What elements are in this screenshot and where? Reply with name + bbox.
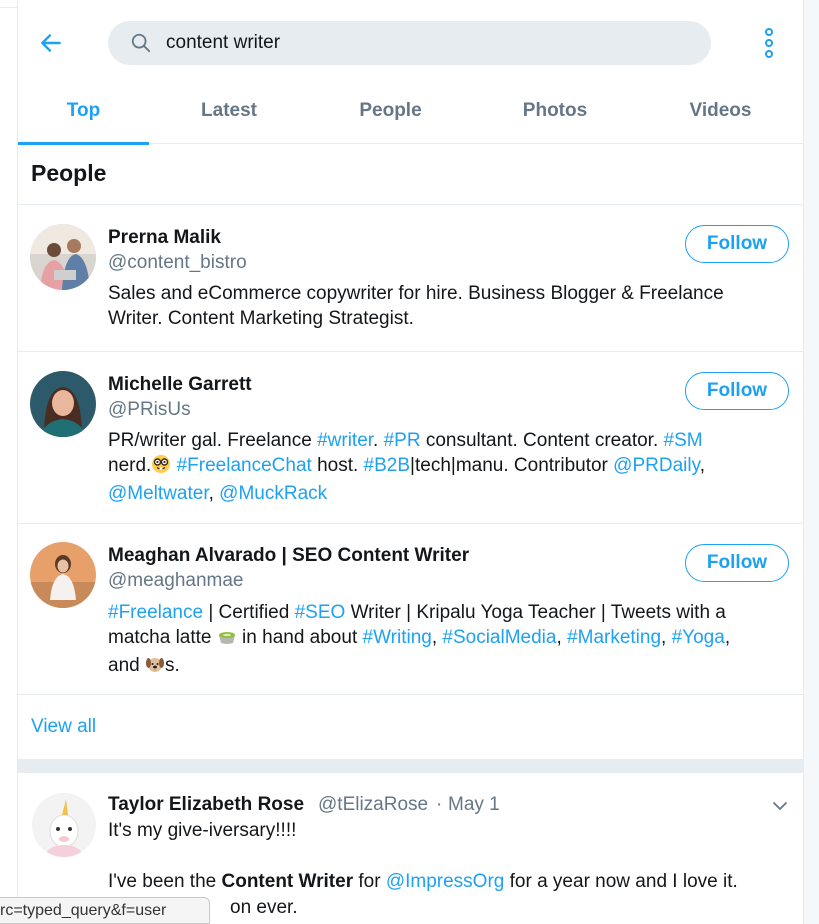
avatar[interactable] <box>32 793 96 857</box>
follow-button[interactable]: Follow <box>685 372 789 410</box>
nerd-face-emoji <box>151 454 171 481</box>
bio-text: and <box>108 655 145 676</box>
tweet-text-line: on ever. <box>230 897 298 918</box>
person-card[interactable]: Michelle Garrett @PRisUs Follow PR/write… <box>18 352 803 524</box>
main-column: Top Latest People Photos Videos People P… <box>18 0 803 924</box>
hashtag-link[interactable]: #writer <box>317 430 373 451</box>
tweet-text-line: I've been the Content Writer for @Impres… <box>108 871 738 893</box>
bio-line: @Meltwater, @MuckRack <box>108 481 788 506</box>
search-input[interactable] <box>166 32 646 54</box>
person-name[interactable]: Michelle Garrett <box>108 374 252 396</box>
bio-text: , <box>724 627 731 648</box>
bio-text: Writer | Kripalu Yoga Teacher | Tweets w… <box>345 602 726 623</box>
bio-text: s. <box>164 655 180 676</box>
view-all-link[interactable]: View all <box>31 716 96 738</box>
tab-top[interactable]: Top <box>18 78 149 145</box>
bio-line: nerd. #FreelanceChat host. #B2B|tech|man… <box>108 453 788 481</box>
bio-line: Writer. Content Marketing Strategist. <box>108 308 414 329</box>
hashtag-link[interactable]: #SM <box>664 430 703 451</box>
vertical-dots-icon-dot <box>765 39 773 47</box>
hashtag-link[interactable]: #Marketing <box>567 627 661 648</box>
tweet-text-line: It's my give-iversary!!!! <box>108 820 297 841</box>
bio-text: host. <box>311 455 364 476</box>
separator-dot: · <box>436 794 443 815</box>
bio-text: matcha latte <box>108 627 217 648</box>
chevron-down-icon <box>773 802 787 810</box>
person-bio: PR/writer gal. Freelance #writer. #PR co… <box>108 428 788 506</box>
mention-link[interactable]: @PRDaily <box>613 455 700 476</box>
hashtag-link[interactable]: #Yoga <box>672 627 725 648</box>
person-handle[interactable]: @meaghanmae <box>108 570 243 592</box>
person-bio: #Freelance | Certified #SEO Writer | Kri… <box>108 600 788 681</box>
person-card[interactable]: Prerna Malik @content_bistro Follow Sale… <box>18 205 803 352</box>
hashtag-link[interactable]: #SocialMedia <box>442 627 556 648</box>
matcha-cup-emoji <box>217 626 237 653</box>
search-header <box>18 8 803 78</box>
bio-text: , <box>699 455 705 476</box>
section-separator <box>18 759 803 773</box>
hashtag-link[interactable]: #Freelance <box>108 602 203 623</box>
vertical-dots-icon-dot <box>765 50 773 58</box>
bio-text: |tech|manu. Contributor <box>410 455 614 476</box>
bio-text: in hand about <box>236 627 363 648</box>
tweet-text: for <box>353 871 386 892</box>
bio-text: PR/writer gal. Freelance <box>108 430 318 451</box>
tweet-date[interactable]: May 1 <box>448 794 500 816</box>
tweet-text: I've been the <box>108 871 222 892</box>
person-handle[interactable]: @PRisUs <box>108 399 191 421</box>
hashtag-link[interactable]: #FreelanceChat <box>177 455 312 476</box>
mention-link[interactable]: @MuckRack <box>219 483 327 504</box>
bio-text: nerd. <box>108 455 152 476</box>
bio-text: , <box>431 627 443 648</box>
mention-link[interactable]: @Meltwater <box>108 483 209 504</box>
bio-line: Sales and eCommerce copywriter for hire.… <box>108 283 724 304</box>
status-bar-url: rc=typed_query&f=user <box>0 897 210 924</box>
search-tabs: Top Latest People Photos Videos <box>18 78 803 145</box>
follow-button[interactable]: Follow <box>685 544 789 582</box>
bio-text: | Certified <box>203 602 295 623</box>
search-icon <box>130 32 152 54</box>
vertical-dots-icon <box>765 28 773 36</box>
tab-photos[interactable]: Photos <box>472 78 638 144</box>
more-options-button[interactable] <box>759 26 779 60</box>
tweet-author-handle[interactable]: @tElizaRose <box>318 794 428 816</box>
bio-text: , <box>556 627 568 648</box>
bio-line: matcha latte in hand about #Writing, #So… <box>108 625 788 653</box>
follow-button[interactable]: Follow <box>685 225 789 263</box>
back-button[interactable] <box>36 28 66 58</box>
tweet-text-bold: Content Writer <box>221 871 354 892</box>
avatar[interactable] <box>30 371 96 437</box>
bio-text: , <box>661 627 672 648</box>
people-section-title: People <box>31 160 107 186</box>
bio-text: , <box>208 483 220 504</box>
person-name[interactable]: Meaghan Alvarado | SEO Content Writer <box>108 545 469 567</box>
right-gutter <box>803 0 819 924</box>
tweet-author-name[interactable]: Taylor Elizabeth Rose <box>108 794 304 816</box>
tab-videos[interactable]: Videos <box>638 78 803 144</box>
mention-link[interactable]: @ImpressOrg <box>386 871 505 892</box>
hashtag-link[interactable]: #B2B <box>364 455 410 476</box>
bio-text: . <box>373 430 384 451</box>
person-card[interactable]: Meaghan Alvarado | SEO Content Writer @m… <box>18 524 803 695</box>
person-name[interactable]: Prerna Malik <box>108 227 221 249</box>
bio-text: consultant. Content creator. <box>420 430 664 451</box>
bio-line: and s. <box>108 653 788 681</box>
tab-latest[interactable]: Latest <box>149 78 309 144</box>
avatar[interactable] <box>30 224 96 290</box>
hashtag-link[interactable]: #Writing <box>363 627 432 648</box>
bio-line: PR/writer gal. Freelance #writer. #PR co… <box>108 428 788 453</box>
search-bar[interactable] <box>108 21 711 65</box>
tab-people[interactable]: People <box>309 78 472 144</box>
dog-face-emoji <box>145 654 165 681</box>
tweet-menu-button[interactable] <box>770 796 790 816</box>
bio-line: #Freelance | Certified #SEO Writer | Kri… <box>108 600 788 625</box>
hashtag-link[interactable]: #PR <box>384 430 421 451</box>
tweet-text: for a year now and I love it. <box>504 871 738 892</box>
person-handle[interactable]: @content_bistro <box>108 252 247 274</box>
avatar[interactable] <box>30 542 96 608</box>
hashtag-link[interactable]: #SEO <box>295 602 346 623</box>
arrow-left-icon <box>41 34 61 52</box>
person-bio: Sales and eCommerce copywriter for hire.… <box>108 281 788 331</box>
